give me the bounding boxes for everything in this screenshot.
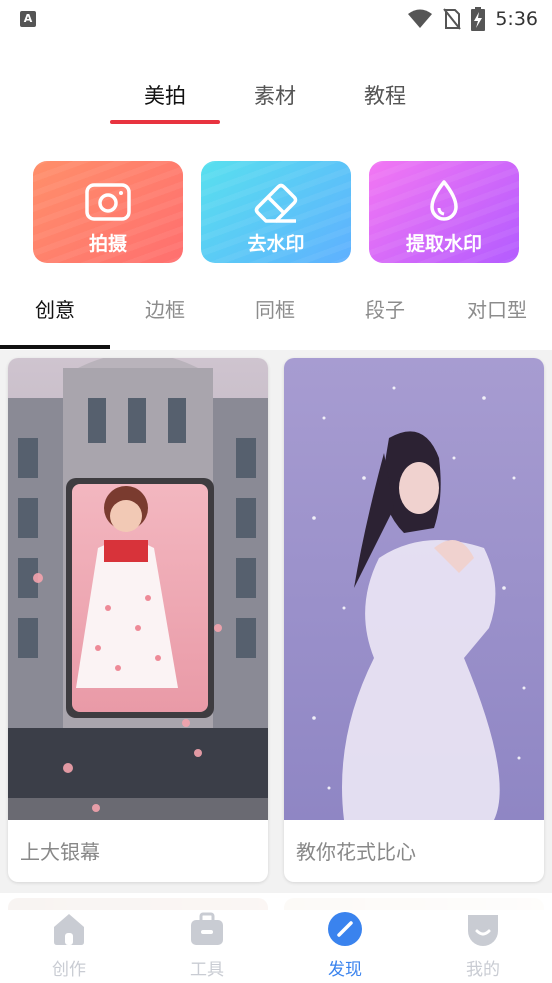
tab-sucai[interactable]: 素材	[220, 80, 330, 110]
water-drop-icon	[430, 180, 458, 221]
category-active-indicator	[0, 345, 110, 349]
wifi-icon	[408, 9, 433, 28]
no-sim-icon	[443, 8, 462, 30]
nav-discover[interactable]: 发现	[276, 911, 414, 980]
tab-meipai[interactable]: 美拍	[110, 80, 220, 110]
toolbox-icon	[191, 912, 223, 945]
template-title: 教你花式比心	[296, 840, 416, 864]
shoot-button[interactable]: 拍摄	[33, 161, 183, 263]
profile-icon	[468, 915, 498, 946]
tab-jiaocheng[interactable]: 教程	[330, 80, 440, 110]
status-time: 5:36	[495, 8, 538, 30]
nav-create[interactable]: 创作	[0, 911, 138, 980]
shoot-label: 拍摄	[88, 233, 127, 255]
nav-profile[interactable]: 我的	[414, 911, 552, 980]
sparkle-portrait-image	[284, 358, 544, 820]
camera-icon	[85, 183, 131, 221]
eraser-icon	[254, 183, 298, 223]
remove-watermark-button[interactable]: 去水印	[201, 161, 351, 263]
category-tab-bar: 创意 边框 同框 段子 对口型	[0, 284, 552, 350]
active-tab-indicator	[110, 120, 220, 124]
battery-charging-icon	[471, 7, 486, 31]
category-skit[interactable]: 段子	[330, 294, 440, 323]
bottom-navigation: 创作 工具 发现 我的	[0, 893, 552, 983]
app-notification-icon: A	[20, 11, 36, 27]
home-icon	[54, 914, 84, 945]
nav-profile-label: 我的	[466, 960, 500, 980]
extract-watermark-label: 提取水印	[405, 233, 482, 255]
category-frame[interactable]: 边框	[110, 294, 220, 323]
nav-tools[interactable]: 工具	[138, 911, 276, 980]
status-icons: 5:36	[407, 6, 538, 32]
template-thumbnail	[8, 358, 268, 820]
nav-discover-label: 发现	[328, 960, 362, 980]
template-card[interactable]: 上大银幕	[8, 358, 268, 882]
template-title: 上大银幕	[20, 840, 100, 864]
template-thumbnail	[284, 358, 544, 820]
category-lip-sync[interactable]: 对口型	[442, 294, 552, 323]
category-duet[interactable]: 同框	[220, 294, 330, 323]
building-scene-image	[8, 358, 268, 820]
top-tab-bar: 美拍 素材 教程	[0, 76, 552, 126]
status-bar: A 5:36	[0, 0, 552, 38]
category-creative[interactable]: 创意	[0, 294, 110, 323]
compass-icon	[328, 912, 362, 946]
nav-create-label: 创作	[52, 960, 86, 980]
nav-tools-label: 工具	[190, 960, 224, 980]
remove-watermark-label: 去水印	[247, 233, 305, 255]
template-card[interactable]: 教你花式比心	[284, 358, 544, 882]
template-grid: 上大银幕 教你花式比心	[0, 350, 552, 910]
extract-watermark-button[interactable]: 提取水印	[369, 161, 519, 263]
